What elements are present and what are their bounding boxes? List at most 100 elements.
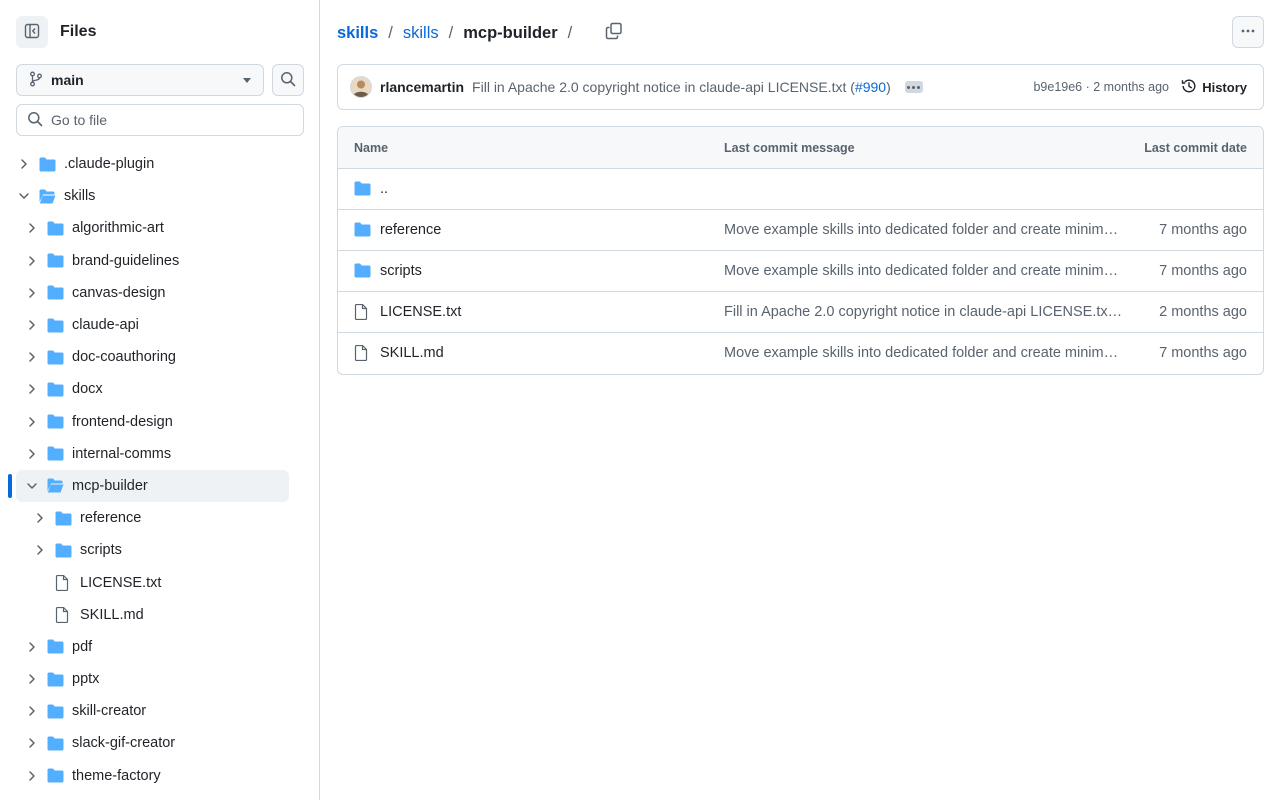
column-header-name: Name: [354, 141, 389, 155]
table-row[interactable]: scripts Move example skills into dedicate…: [338, 251, 1263, 292]
file-name-link[interactable]: SKILL.md: [380, 345, 444, 361]
breadcrumb-repo-link[interactable]: skills: [337, 24, 378, 43]
tree-item-folder[interactable]: claude-api: [0, 309, 319, 341]
search-files-button[interactable]: [272, 64, 304, 96]
collapse-sidebar-button[interactable]: [16, 16, 48, 48]
file-name-link[interactable]: LICENSE.txt: [380, 304, 461, 320]
tree-item-file[interactable]: SKILL.md: [0, 599, 319, 631]
tree-item-folder[interactable]: reference: [0, 502, 319, 534]
folder-icon: [354, 263, 371, 281]
tree-item-folder[interactable]: frontend-design: [0, 406, 319, 438]
file-tree-sidebar: Files main .claude-plugin skills algorithm…: [0, 0, 320, 800]
chevron-right-icon[interactable]: [24, 639, 40, 655]
folder-icon: [47, 220, 65, 236]
tree-item-label: claude-api: [72, 317, 139, 334]
column-header-date: Last commit date: [1144, 141, 1247, 155]
history-button[interactable]: History: [1181, 78, 1247, 97]
commit-date: 7 months ago: [1159, 222, 1247, 238]
tree-item-folder[interactable]: internal-comms: [0, 438, 319, 470]
folder-icon: [47, 317, 65, 333]
folder-icon: [354, 222, 371, 240]
branch-selector[interactable]: main: [16, 64, 264, 96]
avatar[interactable]: [350, 76, 372, 98]
chevron-right-icon[interactable]: [24, 349, 40, 365]
chevron-right-icon[interactable]: [24, 317, 40, 333]
table-row[interactable]: SKILL.md Move example skills into dedicat…: [338, 333, 1263, 374]
tree-item-folder[interactable]: pptx: [0, 663, 319, 695]
folder-icon: [47, 349, 65, 365]
tree-item-label: skills: [64, 188, 96, 205]
commit-message-link[interactable]: Move example skills into dedicated folde…: [724, 345, 1126, 361]
parent-directory-link[interactable]: ..: [380, 181, 388, 197]
chevron-right-icon[interactable]: [24, 735, 40, 751]
chevron-down-icon[interactable]: [16, 188, 32, 204]
go-to-file-field[interactable]: [16, 104, 304, 136]
tree-item-folder[interactable]: skills: [0, 180, 319, 212]
commit-date: 7 months ago: [1159, 345, 1247, 361]
tree-item-label: .claude-plugin: [64, 156, 155, 173]
chevron-right-icon[interactable]: [32, 510, 48, 526]
tree-item-label: slack-gif-creator: [72, 735, 176, 752]
chevron-right-icon[interactable]: [24, 381, 40, 397]
expand-commit-message-button[interactable]: [904, 81, 923, 93]
commit-author-link[interactable]: rlancemartin: [380, 79, 464, 95]
chevron-right-icon[interactable]: [16, 156, 32, 172]
folder-icon: [47, 285, 65, 301]
commit-message-link[interactable]: Move example skills into dedicated folde…: [724, 263, 1126, 279]
file-name-link[interactable]: reference: [380, 222, 441, 238]
chevron-right-icon[interactable]: [24, 285, 40, 301]
parent-directory-row[interactable]: ..: [338, 169, 1263, 210]
folder-icon: [47, 381, 65, 397]
tree-item-folder[interactable]: .claude-plugin: [0, 148, 319, 180]
folder-open-icon: [39, 188, 57, 204]
search-icon: [27, 111, 43, 130]
commit-message-link[interactable]: Move example skills into dedicated folde…: [724, 222, 1126, 238]
folder-icon: [47, 671, 65, 687]
file-icon: [55, 606, 73, 623]
commit-date: 2 months ago: [1159, 304, 1247, 320]
folder-icon: [47, 253, 65, 269]
file-icon: [354, 303, 368, 323]
breadcrumb-skills-link[interactable]: skills: [403, 24, 439, 43]
chevron-right-icon[interactable]: [24, 703, 40, 719]
chevron-right-icon[interactable]: [24, 253, 40, 269]
commit-message[interactable]: Fill in Apache 2.0 copyright notice in c…: [472, 79, 891, 95]
table-row[interactable]: reference Move example skills into dedica…: [338, 210, 1263, 251]
commit-meta[interactable]: b9e19e6 · 2 months ago: [1033, 80, 1169, 94]
commit-message-link[interactable]: Fill in Apache 2.0 copyright notice in c…: [724, 304, 1126, 320]
tree-item-folder[interactable]: scripts: [0, 534, 319, 566]
table-row[interactable]: LICENSE.txt Fill in Apache 2.0 copyright …: [338, 292, 1263, 333]
tree-item-folder[interactable]: mcp-builder: [0, 469, 319, 502]
chevron-right-icon[interactable]: [24, 414, 40, 430]
tree-item-folder[interactable]: brand-guidelines: [0, 245, 319, 277]
commit-pr-link[interactable]: #990: [855, 79, 886, 95]
go-to-file-input[interactable]: [51, 112, 291, 128]
tree-item-label: algorithmic-art: [72, 220, 164, 237]
chevron-right-icon[interactable]: [24, 671, 40, 687]
tree-item-folder[interactable]: algorithmic-art: [0, 212, 319, 244]
tree-item-folder[interactable]: theme-factory: [0, 760, 319, 792]
chevron-down-icon[interactable]: [24, 478, 40, 494]
tree-item-folder[interactable]: doc-coauthoring: [0, 341, 319, 373]
tree-item-folder[interactable]: docx: [0, 373, 319, 405]
tree-item-folder[interactable]: pdf: [0, 631, 319, 663]
tree-item-label: mcp-builder: [72, 477, 148, 494]
tree-item-file[interactable]: LICENSE.txt: [0, 566, 319, 598]
chevron-right-icon[interactable]: [24, 220, 40, 236]
branch-name: main: [51, 72, 84, 88]
tree-item-label: brand-guidelines: [72, 252, 180, 269]
tree-item-folder[interactable]: slack-gif-creator: [0, 727, 319, 759]
commit-message-text: Fill in Apache 2.0 copyright notice in c…: [472, 79, 855, 95]
file-tree: .claude-plugin skills algorithmic-art brand…: [0, 148, 319, 792]
folder-icon: [39, 156, 57, 172]
chevron-right-icon[interactable]: [32, 542, 48, 558]
chevron-right-icon[interactable]: [24, 768, 40, 784]
copy-path-button[interactable]: [600, 19, 628, 47]
tree-item-folder[interactable]: skill-creator: [0, 695, 319, 727]
file-name-link[interactable]: scripts: [380, 263, 422, 279]
tree-item-label: frontend-design: [72, 413, 173, 430]
more-options-button[interactable]: [1232, 16, 1264, 48]
chevron-right-icon[interactable]: [24, 446, 40, 462]
history-icon: [1181, 78, 1202, 97]
tree-item-folder[interactable]: canvas-design: [0, 277, 319, 309]
